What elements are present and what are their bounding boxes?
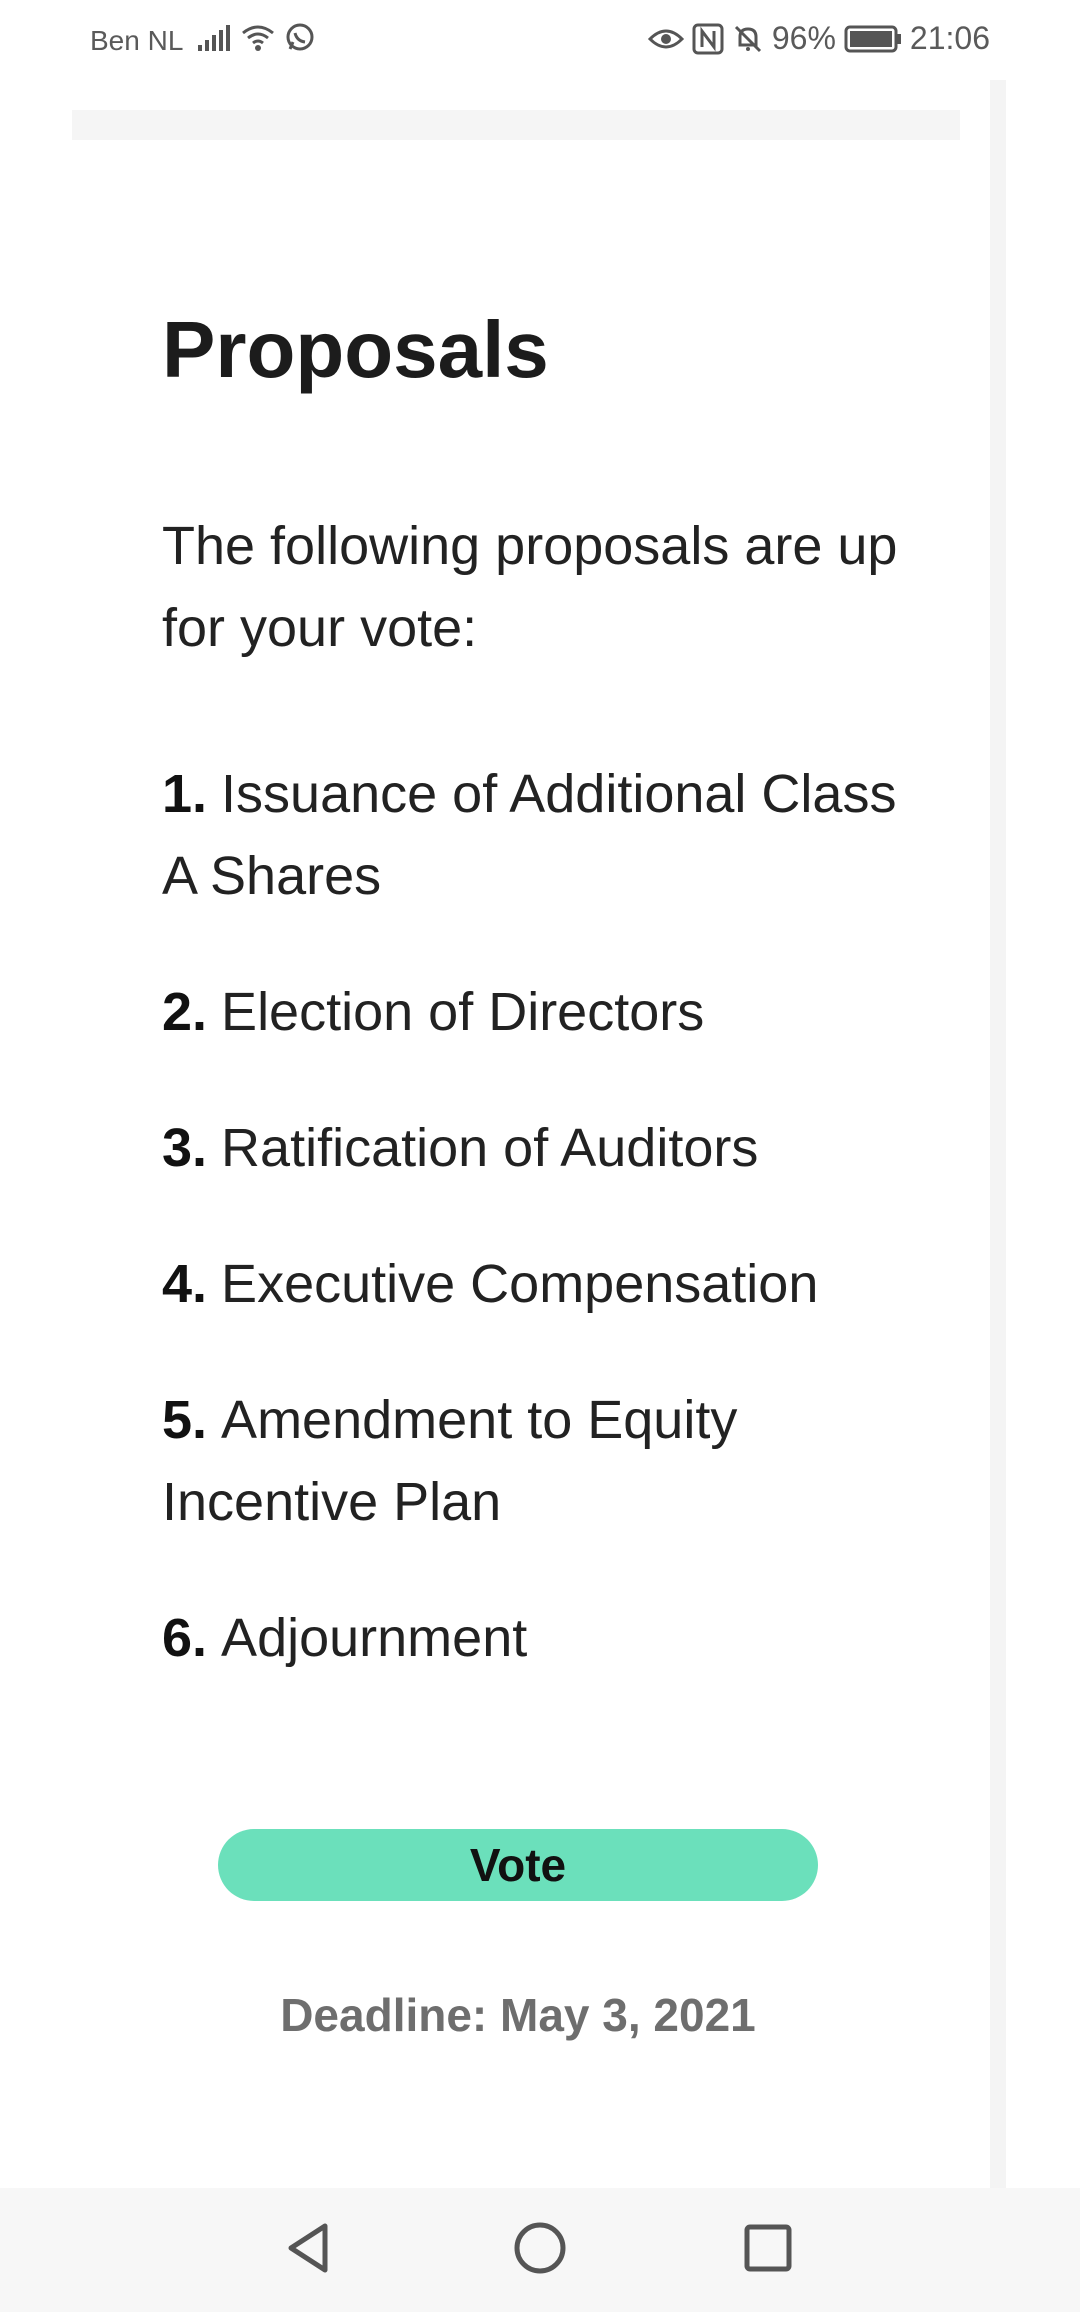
proposal-number: 4. bbox=[162, 1254, 208, 1314]
whatsapp-icon bbox=[284, 22, 316, 54]
proposal-label: Adjournment bbox=[221, 1608, 528, 1668]
mute-icon bbox=[732, 23, 764, 55]
status-right: 96% 21:06 bbox=[647, 20, 990, 57]
home-button[interactable] bbox=[508, 2218, 572, 2282]
signal-icon bbox=[196, 23, 232, 53]
battery-icon bbox=[844, 25, 902, 53]
clock: 21:06 bbox=[909, 20, 990, 56]
proposal-number: 6. bbox=[162, 1608, 208, 1668]
proposal-number: 5. bbox=[162, 1390, 208, 1450]
recents-icon bbox=[743, 2223, 793, 2278]
intro-text: The following proposals are up for your … bbox=[162, 516, 898, 658]
proposal-number: 3. bbox=[162, 1118, 208, 1178]
deadline-text: Deadline: May 3, 2021 bbox=[280, 1989, 756, 2041]
proposal-label: Ratification of Auditors bbox=[221, 1118, 759, 1178]
proposal-list: 1. Issuance of Additional Class A Shares … bbox=[162, 753, 922, 1733]
battery-percent: 96% bbox=[771, 20, 836, 56]
eye-icon bbox=[647, 25, 684, 53]
carrier-name: Ben NL bbox=[90, 25, 184, 56]
back-button[interactable] bbox=[276, 2218, 340, 2282]
status-bar: Ben NL 96% 21:06 bbox=[0, 0, 1080, 80]
proposal-number: 2. bbox=[162, 982, 208, 1042]
scrollbar-track[interactable] bbox=[990, 80, 1006, 2188]
header-bar bbox=[72, 110, 960, 140]
status-left-icons bbox=[196, 22, 316, 54]
proposal-number: 1. bbox=[162, 764, 208, 824]
vote-button[interactable]: Vote bbox=[218, 1829, 818, 1901]
proposal-label: Election of Directors bbox=[221, 982, 705, 1042]
wifi-icon bbox=[240, 23, 276, 53]
proposal-label: Executive Compensation bbox=[221, 1254, 819, 1314]
nfc-icon bbox=[692, 23, 724, 55]
proposal-item: 1. Issuance of Additional Class A Shares bbox=[162, 753, 922, 917]
page-title: Proposals bbox=[162, 305, 549, 394]
proposal-label: Amendment to Equity Incentive Plan bbox=[162, 1390, 738, 1532]
home-icon bbox=[513, 2221, 567, 2280]
navigation-bar bbox=[0, 2188, 1080, 2312]
back-icon bbox=[283, 2220, 333, 2281]
proposal-label: Issuance of Additional Class A Shares bbox=[162, 764, 897, 906]
proposal-item: 5. Amendment to Equity Incentive Plan bbox=[162, 1379, 922, 1543]
proposal-item: 3. Ratification of Auditors bbox=[162, 1107, 922, 1189]
proposal-item: 4. Executive Compensation bbox=[162, 1243, 922, 1325]
recents-button[interactable] bbox=[736, 2218, 800, 2282]
proposal-item: 6. Adjournment bbox=[162, 1597, 922, 1679]
proposal-item: 2. Election of Directors bbox=[162, 971, 922, 1053]
